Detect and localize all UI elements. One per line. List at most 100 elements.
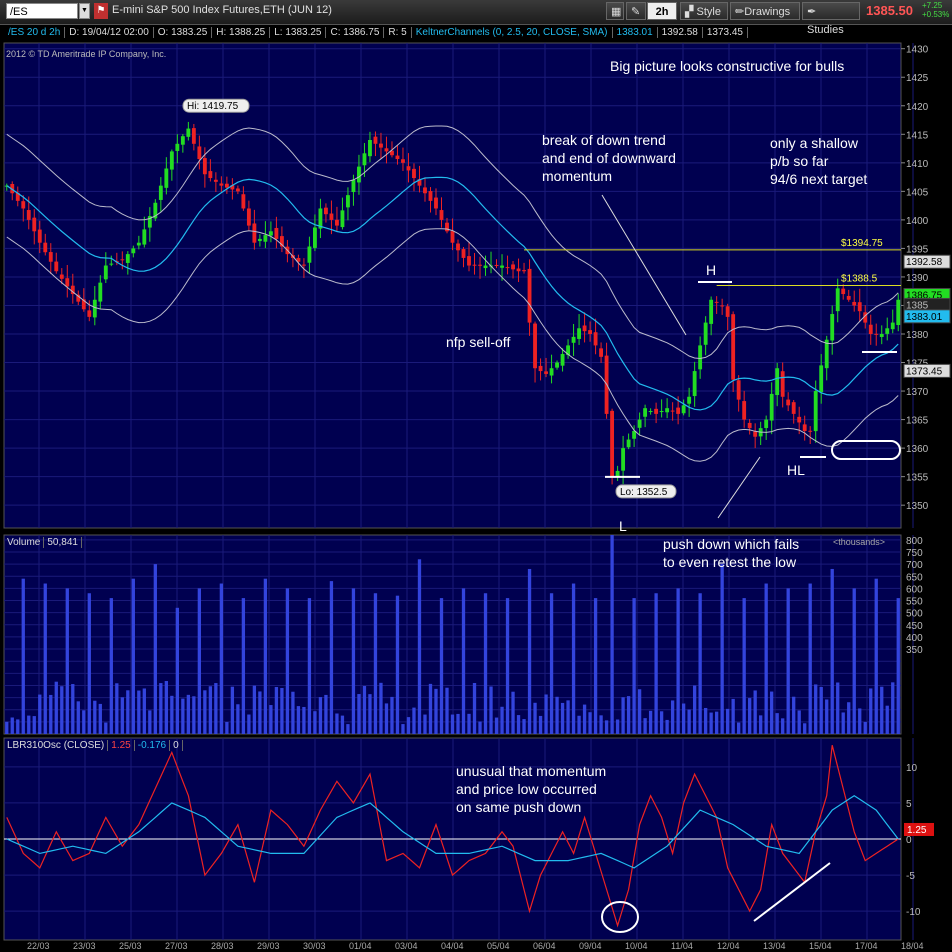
candle-body: [125, 254, 130, 263]
volume-bar: [175, 607, 179, 734]
volume-bar: [230, 686, 235, 734]
volume-bar: [775, 713, 779, 734]
volume-tick-label: 800: [906, 536, 923, 547]
volume-bar: [852, 588, 856, 734]
volume-bar: [814, 684, 818, 734]
volume-bar: [186, 694, 191, 734]
volume-bar: [54, 681, 58, 734]
candle-body: [494, 264, 499, 266]
volume-bar: [434, 688, 438, 734]
candle-body: [246, 208, 251, 226]
candle-body: [401, 159, 405, 163]
volume-bar: [637, 689, 642, 734]
candle-body: [307, 246, 312, 263]
volume-bar: [159, 683, 163, 734]
candle-body: [582, 325, 587, 332]
candle-body: [312, 227, 317, 248]
candle-body: [373, 136, 378, 144]
volume-bar: [98, 703, 102, 734]
volume-bar: [445, 687, 449, 734]
candle-body: [637, 419, 642, 428]
candle-body: [362, 153, 367, 166]
volume-bar: [153, 564, 157, 734]
candle-body: [346, 195, 350, 208]
candle-body: [21, 201, 26, 209]
candle-body: [786, 399, 791, 406]
range-value: R: 5: [384, 27, 412, 38]
volume-bar: [10, 717, 14, 734]
x-axis-date-label: 18/04: [901, 941, 924, 951]
candle-body: [571, 336, 576, 343]
volume-bar: [219, 583, 224, 734]
annotation-break-trend: break of down trend and end of downward …: [542, 132, 676, 184]
volume-bar: [87, 593, 91, 734]
volume-label: Volume: [4, 537, 45, 548]
candle-body: [753, 431, 758, 437]
volume-bar: [489, 686, 493, 734]
candle-body: [731, 314, 736, 380]
candle-body: [241, 194, 246, 209]
volume-bar: [533, 702, 537, 734]
candle-body: [87, 310, 92, 317]
volume-bar: [858, 708, 862, 734]
candle-body: [235, 188, 240, 192]
candle-body: [769, 393, 774, 421]
volume-bar: [115, 683, 119, 734]
candle-body: [643, 408, 648, 417]
candle-body: [516, 268, 521, 272]
volume-bar: [93, 700, 97, 734]
info-bar: /ES 20 d 2h D: 19/04/12 02:00 O: 1383.25 H:…: [4, 27, 748, 41]
oscillator-tick-label: -10: [906, 907, 921, 918]
candle-body: [670, 410, 675, 412]
candle-body: [109, 263, 114, 265]
volume-bar: [825, 699, 829, 734]
annotation-l: L: [619, 518, 627, 534]
x-axis-date-label: 01/04: [349, 941, 372, 951]
oscillator-tick-label: 0: [906, 835, 912, 846]
candle-body: [219, 183, 224, 186]
volume-bar: [797, 710, 801, 734]
candle-body: [274, 227, 279, 239]
volume-bar: [659, 711, 664, 734]
candle-body: [301, 264, 306, 266]
price-tick-label: 1410: [906, 159, 929, 170]
price-tick-label: 1405: [906, 187, 929, 198]
x-axis-date-label: 12/04: [717, 941, 740, 951]
volume-bar: [148, 710, 152, 734]
volume-bar: [324, 694, 328, 734]
candle-body: [142, 229, 147, 245]
volume-bar: [472, 682, 477, 734]
candle-body: [632, 431, 637, 439]
volume-bar: [60, 686, 64, 734]
candle-body: [136, 242, 141, 246]
volume-bar: [604, 720, 609, 734]
candle-body: [533, 323, 537, 369]
candle-body: [560, 353, 565, 366]
volume-bar: [428, 683, 433, 734]
candle-body: [164, 168, 169, 188]
volume-bar: [269, 705, 273, 734]
candle-body: [522, 270, 526, 272]
candle-body: [103, 265, 108, 280]
candle-body: [588, 330, 593, 334]
volume-bar: [588, 712, 592, 734]
volume-bar: [38, 694, 42, 734]
volume-bar: [82, 710, 86, 734]
x-axis-date-label: 25/03: [119, 941, 142, 951]
volume-bar: [770, 691, 774, 734]
volume-bar: [764, 583, 768, 734]
x-axis-date-label: 27/03: [165, 941, 188, 951]
volume-bar: [346, 724, 350, 734]
x-axis-date-label: 03/04: [395, 941, 418, 951]
volume-bar: [891, 682, 895, 734]
volume-bar: [803, 723, 807, 734]
candle-body: [197, 146, 202, 160]
volume-bar: [395, 595, 400, 734]
oscillator-value-3: 0: [170, 740, 183, 751]
study-value-3: 1373.45: [703, 27, 748, 38]
candle-body: [158, 185, 163, 200]
candle-body: [544, 371, 548, 374]
volume-bar: [836, 682, 840, 734]
volume-bar: [131, 578, 135, 734]
oscillator-tick-label: -5: [906, 871, 915, 882]
